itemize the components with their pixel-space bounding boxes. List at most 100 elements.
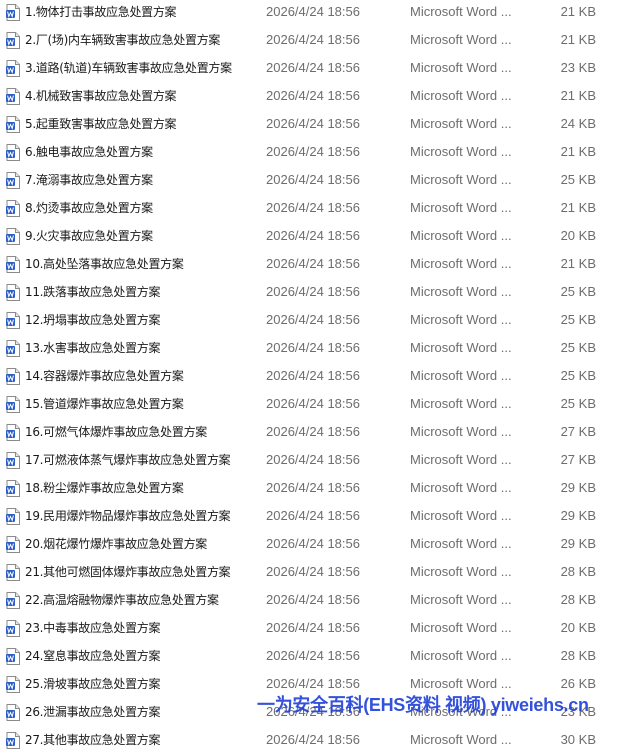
word-document-icon-svg <box>6 4 20 21</box>
file-size: 30 KB <box>560 732 596 747</box>
file-row[interactable]: 25.滑坡事故应急处置方案 2026/4/24 18:56 Microsoft Wo… <box>0 672 627 700</box>
file-name: 26.泄漏事故应急处置方案 <box>25 705 161 719</box>
file-type: Microsoft Word ... <box>410 564 512 579</box>
file-name: 18.粉尘爆炸事故应急处置方案 <box>25 481 184 495</box>
file-row[interactable]: 26.泄漏事故应急处置方案 2026/4/24 18:56 Microsoft Wo… <box>0 700 627 728</box>
word-document-icon-svg <box>6 172 20 189</box>
file-type: Microsoft Word ... <box>410 396 512 411</box>
file-row[interactable]: 23.中毒事故应急处置方案 2026/4/24 18:56 Microsoft Wo… <box>0 616 627 644</box>
file-row[interactable]: 27.其他事故应急处置方案 2026/4/24 18:56 Microsoft Wo… <box>0 728 627 756</box>
word-document-icon <box>6 116 20 133</box>
word-document-icon <box>6 536 20 553</box>
file-type: Microsoft Word ... <box>410 340 512 355</box>
word-document-icon-svg <box>6 228 20 245</box>
file-date-modified: 2026/4/24 18:56 <box>266 564 360 579</box>
word-document-icon-svg <box>6 284 20 301</box>
file-row[interactable]: 20.烟花爆竹爆炸事故应急处置方案 2026/4/24 18:56 Microsof… <box>0 532 627 560</box>
file-row[interactable]: 1.物体打击事故应急处置方案 2026/4/24 18:56 Microsoft W… <box>0 0 627 28</box>
word-document-icon-svg <box>6 32 20 49</box>
file-date-modified: 2026/4/24 18:56 <box>266 340 360 355</box>
file-row[interactable]: 22.高温熔融物爆炸事故应急处置方案 2026/4/24 18:56 Microso… <box>0 588 627 616</box>
file-row[interactable]: 11.跌落事故应急处置方案 2026/4/24 18:56 Microsoft Wo… <box>0 280 627 308</box>
file-row[interactable]: 17.可燃液体蒸气爆炸事故应急处置方案 2026/4/24 18:56 Micros… <box>0 448 627 476</box>
file-row[interactable]: 6.触电事故应急处置方案 2026/4/24 18:56 Microsoft Wor… <box>0 140 627 168</box>
word-document-icon <box>6 256 20 273</box>
file-row[interactable]: 16.可燃气体爆炸事故应急处置方案 2026/4/24 18:56 Microsof… <box>0 420 627 448</box>
file-type: Microsoft Word ... <box>410 312 512 327</box>
file-row[interactable]: 10.高处坠落事故应急处置方案 2026/4/24 18:56 Microsoft … <box>0 252 627 280</box>
file-row[interactable]: 21.其他可燃固体爆炸事故应急处置方案 2026/4/24 18:56 Micros… <box>0 560 627 588</box>
file-date-modified: 2026/4/24 18:56 <box>266 116 360 131</box>
file-row[interactable]: 2.厂(场)内车辆致害事故应急处置方案 2026/4/24 18:56 Micros… <box>0 28 627 56</box>
word-document-icon <box>6 284 20 301</box>
file-row[interactable]: 8.灼烫事故应急处置方案 2026/4/24 18:56 Microsoft Wor… <box>0 196 627 224</box>
word-document-icon-svg <box>6 592 20 609</box>
file-size: 20 KB <box>560 228 596 243</box>
file-name: 1.物体打击事故应急处置方案 <box>25 5 177 19</box>
word-document-icon <box>6 508 20 525</box>
file-date-modified: 2026/4/24 18:56 <box>266 228 360 243</box>
file-row[interactable]: 9.火灾事故应急处置方案 2026/4/24 18:56 Microsoft Wor… <box>0 224 627 252</box>
word-document-icon <box>6 480 20 497</box>
file-row[interactable]: 7.淹溺事故应急处置方案 2026/4/24 18:56 Microsoft Wor… <box>0 168 627 196</box>
word-document-icon-svg <box>6 88 20 105</box>
file-row[interactable]: 12.坍塌事故应急处置方案 2026/4/24 18:56 Microsoft Wo… <box>0 308 627 336</box>
file-size: 28 KB <box>560 564 596 579</box>
word-document-icon-svg <box>6 312 20 329</box>
file-name: 5.起重致害事故应急处置方案 <box>25 117 177 131</box>
word-document-icon-svg <box>6 424 20 441</box>
word-document-icon <box>6 564 20 581</box>
file-date-modified: 2026/4/24 18:56 <box>266 88 360 103</box>
word-document-icon <box>6 340 20 357</box>
file-name: 4.机械致害事故应急处置方案 <box>25 89 177 103</box>
file-row[interactable]: 24.窒息事故应急处置方案 2026/4/24 18:56 Microsoft Wo… <box>0 644 627 672</box>
file-type: Microsoft Word ... <box>410 284 512 299</box>
file-type: Microsoft Word ... <box>410 536 512 551</box>
word-document-icon <box>6 620 20 637</box>
file-date-modified: 2026/4/24 18:56 <box>266 312 360 327</box>
file-row[interactable]: 4.机械致害事故应急处置方案 2026/4/24 18:56 Microsoft W… <box>0 84 627 112</box>
file-row[interactable]: 3.道路(轨道)车辆致害事故应急处置方案 2026/4/24 18:56 Micro… <box>0 56 627 84</box>
file-size: 29 KB <box>560 480 596 495</box>
file-row[interactable]: 5.起重致害事故应急处置方案 2026/4/24 18:56 Microsoft W… <box>0 112 627 140</box>
word-document-icon <box>6 144 20 161</box>
file-row[interactable]: 14.容器爆炸事故应急处置方案 2026/4/24 18:56 Microsoft … <box>0 364 627 392</box>
file-type: Microsoft Word ... <box>410 480 512 495</box>
word-document-icon <box>6 88 20 105</box>
word-document-icon-svg <box>6 704 20 721</box>
file-row[interactable]: 18.粉尘爆炸事故应急处置方案 2026/4/24 18:56 Microsoft … <box>0 476 627 504</box>
file-size: 25 KB <box>560 340 596 355</box>
word-document-icon-svg <box>6 508 20 525</box>
word-document-icon-svg <box>6 564 20 581</box>
file-type: Microsoft Word ... <box>410 620 512 635</box>
word-document-icon-svg <box>6 340 20 357</box>
file-name: 6.触电事故应急处置方案 <box>25 145 153 159</box>
word-document-icon-svg <box>6 676 20 693</box>
file-date-modified: 2026/4/24 18:56 <box>266 256 360 271</box>
file-type: Microsoft Word ... <box>410 368 512 383</box>
file-type: Microsoft Word ... <box>410 116 512 131</box>
word-document-icon-svg <box>6 396 20 413</box>
word-document-icon-svg <box>6 480 20 497</box>
file-date-modified: 2026/4/24 18:56 <box>266 172 360 187</box>
file-size: 25 KB <box>560 172 596 187</box>
file-row[interactable]: 15.管道爆炸事故应急处置方案 2026/4/24 18:56 Microsoft … <box>0 392 627 420</box>
word-document-icon <box>6 32 20 49</box>
file-name: 25.滑坡事故应急处置方案 <box>25 677 161 691</box>
file-name: 19.民用爆炸物品爆炸事故应急处置方案 <box>25 509 231 523</box>
file-size: 29 KB <box>560 508 596 523</box>
file-type: Microsoft Word ... <box>410 592 512 607</box>
file-name: 22.高温熔融物爆炸事故应急处置方案 <box>25 593 219 607</box>
file-type: Microsoft Word ... <box>410 200 512 215</box>
file-size: 23 KB <box>560 60 596 75</box>
word-document-icon <box>6 592 20 609</box>
file-type: Microsoft Word ... <box>410 704 512 719</box>
file-type: Microsoft Word ... <box>410 228 512 243</box>
word-document-icon-svg <box>6 536 20 553</box>
file-row[interactable]: 19.民用爆炸物品爆炸事故应急处置方案 2026/4/24 18:56 Micros… <box>0 504 627 532</box>
file-name: 7.淹溺事故应急处置方案 <box>25 173 153 187</box>
file-row[interactable]: 13.水害事故应急处置方案 2026/4/24 18:56 Microsoft Wo… <box>0 336 627 364</box>
file-date-modified: 2026/4/24 18:56 <box>266 536 360 551</box>
word-document-icon <box>6 396 20 413</box>
file-name: 9.火灾事故应急处置方案 <box>25 229 153 243</box>
